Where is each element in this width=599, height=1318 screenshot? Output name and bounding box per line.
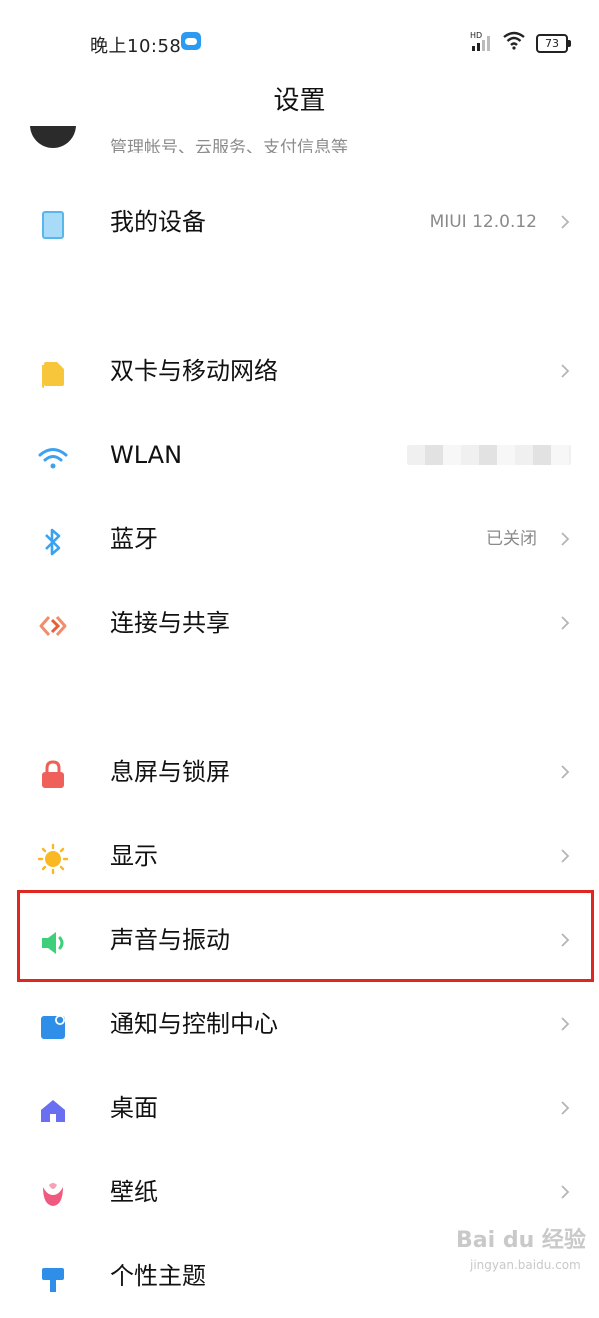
settings-item-sim[interactable]: 双卡与移动网络 — [0, 329, 599, 413]
settings-item-bluetooth[interactable]: 蓝牙 已关闭 — [0, 497, 599, 581]
settings-item-notification-center[interactable]: 通知与控制中心 — [0, 982, 599, 1066]
settings-item-label: 双卡与移动网络 — [110, 357, 278, 385]
avatar[interactable] — [30, 126, 76, 150]
settings-item-label: 通知与控制中心 — [110, 1010, 278, 1038]
sun-icon — [36, 842, 70, 876]
chevron-right-icon — [561, 532, 570, 546]
status-bar: 晚上10:58 HD 73 — [0, 0, 599, 80]
settings-item-value: 已关闭 — [486, 529, 537, 549]
lock-icon — [36, 758, 70, 792]
flower-icon — [36, 1178, 70, 1212]
page-title: 设置 — [273, 86, 326, 116]
theme-icon — [36, 1262, 70, 1296]
signal-icon: HD — [470, 31, 490, 51]
settings-item-label: 连接与共享 — [110, 609, 230, 637]
settings-item-label: 桌面 — [110, 1094, 158, 1122]
settings-item-label: WLAN — [110, 441, 183, 469]
chevron-right-icon — [561, 849, 570, 863]
chevron-right-icon — [561, 364, 570, 378]
chevron-right-icon — [561, 616, 570, 630]
chevron-right-icon — [561, 1185, 570, 1199]
wifi-status-icon — [503, 31, 525, 50]
bluetooth-icon — [36, 525, 70, 559]
account-subtitle[interactable]: 管理帐号、云服务、支付信息等 — [110, 133, 348, 153]
settings-item-label: 息屏与锁屏 — [110, 758, 230, 786]
watermark-logo: Bai du 经验 — [456, 1228, 586, 1253]
settings-item-desktop[interactable]: 桌面 — [0, 1066, 599, 1150]
settings-item-label: 个性主题 — [110, 1262, 206, 1290]
chevron-right-icon — [561, 1101, 570, 1115]
blurred-network-name — [407, 445, 571, 465]
status-time: 晚上10:58 — [90, 36, 182, 57]
settings-item-wlan[interactable]: WLAN — [0, 413, 599, 497]
settings-item-display[interactable]: 显示 — [0, 814, 599, 898]
chevron-right-icon — [561, 765, 570, 779]
home-icon — [36, 1094, 70, 1128]
settings-item-label: 显示 — [110, 842, 158, 870]
wifi-icon — [36, 441, 70, 475]
settings-item-my-device[interactable]: 我的设备 MIUI 12.0.12 — [0, 180, 599, 264]
svg-text:HD: HD — [470, 31, 482, 40]
battery-indicator: 73 — [536, 34, 571, 53]
watermark-url: jingyan.baidu.com — [470, 1258, 581, 1272]
settings-item-value: MIUI 12.0.12 — [429, 212, 537, 232]
chevron-right-icon — [561, 1017, 570, 1031]
settings-item-label: 蓝牙 — [110, 525, 158, 553]
device-icon — [36, 208, 70, 242]
highlight-box — [17, 890, 594, 982]
share-icon — [36, 609, 70, 643]
settings-item-label: 壁纸 — [110, 1178, 158, 1206]
notification-icon — [36, 1010, 70, 1044]
sim-icon — [36, 357, 70, 391]
chevron-right-icon — [561, 215, 570, 229]
settings-item-connection-sharing[interactable]: 连接与共享 — [0, 581, 599, 665]
settings-item-lock-screen[interactable]: 息屏与锁屏 — [0, 730, 599, 814]
settings-item-label: 我的设备 — [110, 208, 206, 236]
cloud-icon — [181, 32, 201, 50]
